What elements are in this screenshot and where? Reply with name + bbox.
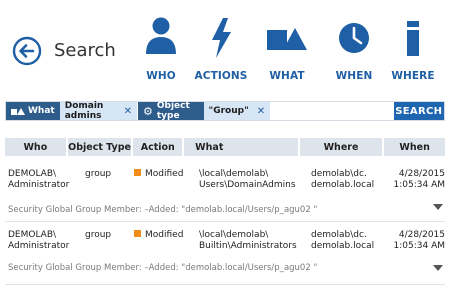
action-cell: Modified — [134, 169, 183, 180]
table-row[interactable]: DEMOLAB\ Administrator group Modified \l… — [5, 169, 445, 217]
search-button[interactable]: SEARCH — [393, 102, 444, 120]
expand-chevron-icon[interactable] — [433, 265, 443, 271]
remove-filter-icon[interactable]: ✕ — [124, 106, 132, 117]
nav-who-label: WHO — [146, 70, 176, 82]
filter-label: Object type — [156, 101, 190, 121]
where-cell-line1: demolab\dc. — [311, 169, 367, 179]
page-title: Search — [54, 40, 116, 61]
filter-bar: What Domain admins ✕ ⚙ Object type "Grou… — [5, 101, 445, 121]
column-header-where[interactable]: Where — [299, 138, 383, 156]
where-cell-line1: demolab\dc. — [311, 230, 367, 240]
table-header: Who Object Type Action What Where When — [5, 138, 445, 156]
filter-chip-what[interactable]: What — [6, 102, 60, 120]
column-header-action[interactable]: Action — [133, 138, 183, 156]
when-cell-line2: 1:05:34 AM — [393, 180, 445, 190]
gear-icon: ⚙ — [143, 104, 153, 118]
when-cell-line2: 1:05:34 AM — [393, 241, 445, 251]
info-icon — [407, 21, 419, 56]
row-detail: Security Global Group Member: –Added: "d… — [8, 263, 318, 273]
back-button[interactable] — [12, 36, 42, 66]
column-header-who[interactable]: Who — [5, 138, 66, 156]
filter-label: What — [28, 106, 55, 116]
who-cell-line2: Administrator — [8, 180, 70, 190]
clock-icon — [339, 23, 369, 53]
action-text: Modified — [145, 230, 184, 240]
filter-chip-object-type[interactable]: ⚙ Object type — [138, 101, 204, 121]
who-cell-line1: DEMOLAB\ — [8, 230, 57, 240]
when-cell-line1: 4/28/2015 — [398, 169, 445, 179]
column-header-what[interactable]: What — [184, 138, 298, 156]
status-modified-icon — [134, 230, 141, 237]
lightning-icon — [212, 18, 231, 58]
what-cell-line1: \local\demolab\ — [199, 230, 269, 240]
who-cell-line1: DEMOLAB\ — [8, 169, 57, 179]
shapes-icon — [267, 28, 307, 50]
row-detail: Security Global Group Member: –Added: "d… — [8, 205, 318, 215]
row-divider — [5, 284, 445, 285]
expand-chevron-icon[interactable] — [433, 204, 443, 210]
search-input[interactable] — [269, 102, 394, 120]
remove-filter-icon[interactable]: ✕ — [257, 106, 265, 117]
nav-actions-label: ACTIONS — [194, 70, 248, 82]
filter-value: "Group" — [208, 106, 249, 116]
column-header-object-type[interactable]: Object Type — [67, 138, 132, 156]
when-cell-line1: 4/28/2015 — [398, 230, 445, 240]
row-divider — [5, 221, 445, 222]
nav-when[interactable]: WHEN — [324, 14, 384, 82]
where-cell-line2: demolab.local — [311, 241, 375, 251]
nav-where[interactable]: WHERE — [383, 14, 443, 82]
what-cell-line2: Users\DomainAdmins — [199, 180, 296, 190]
nav-when-label: WHEN — [335, 70, 373, 82]
filter-value-what[interactable]: Domain admins ✕ — [59, 101, 137, 121]
nav-who[interactable]: WHO — [131, 14, 191, 82]
who-cell-line2: Administrator — [8, 241, 70, 251]
status-modified-icon — [134, 169, 141, 176]
nav-what[interactable]: WHAT — [257, 14, 317, 82]
nav-actions[interactable]: ACTIONS — [191, 14, 251, 82]
back-arrow-icon — [12, 36, 42, 66]
object-type-cell: group — [85, 230, 112, 240]
action-text: Modified — [145, 169, 184, 179]
filter-value-object-type[interactable]: "Group" ✕ — [203, 102, 270, 120]
action-cell: Modified — [134, 230, 183, 241]
what-cell-line2: Builtin\Administrators — [199, 241, 297, 251]
nav-what-label: WHAT — [269, 70, 305, 82]
table-row[interactable]: DEMOLAB\ Administrator group Modified \l… — [5, 230, 445, 278]
object-type-cell: group — [85, 169, 112, 179]
where-cell-line2: demolab.local — [311, 180, 375, 190]
nav-where-label: WHERE — [391, 70, 435, 82]
what-cell-line1: \local\demolab\ — [199, 169, 269, 179]
person-icon — [146, 17, 176, 54]
shapes-icon — [11, 107, 25, 115]
column-header-when[interactable]: When — [384, 138, 445, 156]
filter-value: Domain admins — [64, 101, 104, 121]
